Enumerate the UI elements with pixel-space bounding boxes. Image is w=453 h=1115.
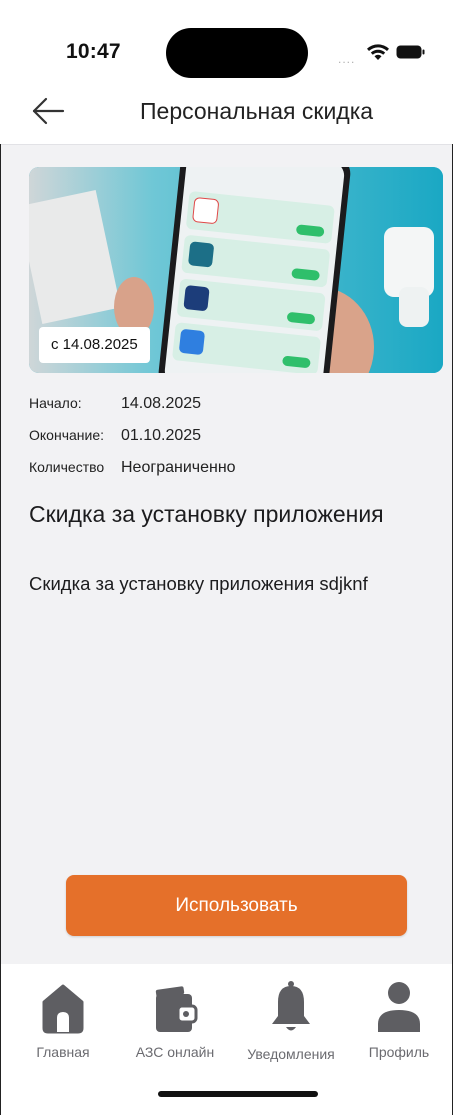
tab-label-notifications: Уведомления bbox=[247, 1046, 335, 1062]
tab-home[interactable]: Главная bbox=[13, 978, 113, 1060]
end-value: 01.10.2025 bbox=[121, 427, 202, 444]
offer-description: Скидка за установку приложения sdjknf bbox=[29, 573, 368, 594]
tab-label-home: Главная bbox=[36, 1044, 90, 1060]
battery-icon bbox=[396, 45, 425, 59]
dynamic-island bbox=[166, 28, 308, 78]
use-button[interactable]: Использовать bbox=[66, 875, 407, 936]
date-badge: с 14.08.2025 bbox=[39, 327, 150, 363]
quantity-value: Неограниченно bbox=[121, 459, 236, 476]
arrow-left-icon[interactable] bbox=[30, 94, 66, 128]
profile-icon bbox=[378, 982, 420, 1032]
app-header: Персональная скидка bbox=[0, 80, 453, 144]
bell-icon bbox=[272, 981, 310, 1031]
start-value: 14.08.2025 bbox=[121, 395, 202, 412]
end-label: Окончание: bbox=[29, 427, 104, 443]
wallet-icon bbox=[155, 986, 198, 1032]
status-time: 10:47 bbox=[66, 40, 121, 63]
tab-notifications[interactable]: Уведомления bbox=[241, 978, 341, 1062]
tab-profile[interactable]: Профиль bbox=[349, 978, 449, 1060]
offer-title: Скидка за установку приложения bbox=[29, 501, 384, 527]
tab-label-profile: Профиль bbox=[368, 1044, 430, 1060]
start-label: Начало: bbox=[29, 395, 82, 411]
quantity-label: Количество bbox=[29, 459, 105, 475]
signal-indicator: .... bbox=[338, 52, 356, 66]
page-title: Персональная скидка bbox=[140, 98, 374, 124]
promo-image[interactable]: с 14.08.2025 bbox=[29, 167, 443, 373]
end-row: Окончание: 01.10.2025 bbox=[29, 427, 201, 445]
main-content: с 14.08.2025 Начало: 14.08.2025 Окончание… bbox=[1, 144, 452, 964]
tab-label-azs-online: АЗС онлайн bbox=[135, 1044, 215, 1060]
status-bar: 10:47 .... bbox=[0, 0, 453, 80]
quantity-row: Количество Неограниченно bbox=[29, 459, 236, 477]
home-icon bbox=[42, 984, 84, 1034]
wifi-icon bbox=[367, 44, 389, 60]
start-row: Начало: 14.08.2025 bbox=[29, 395, 201, 413]
home-indicator bbox=[158, 1091, 318, 1097]
tab-azs-online[interactable]: АЗС онлайн bbox=[125, 978, 225, 1060]
